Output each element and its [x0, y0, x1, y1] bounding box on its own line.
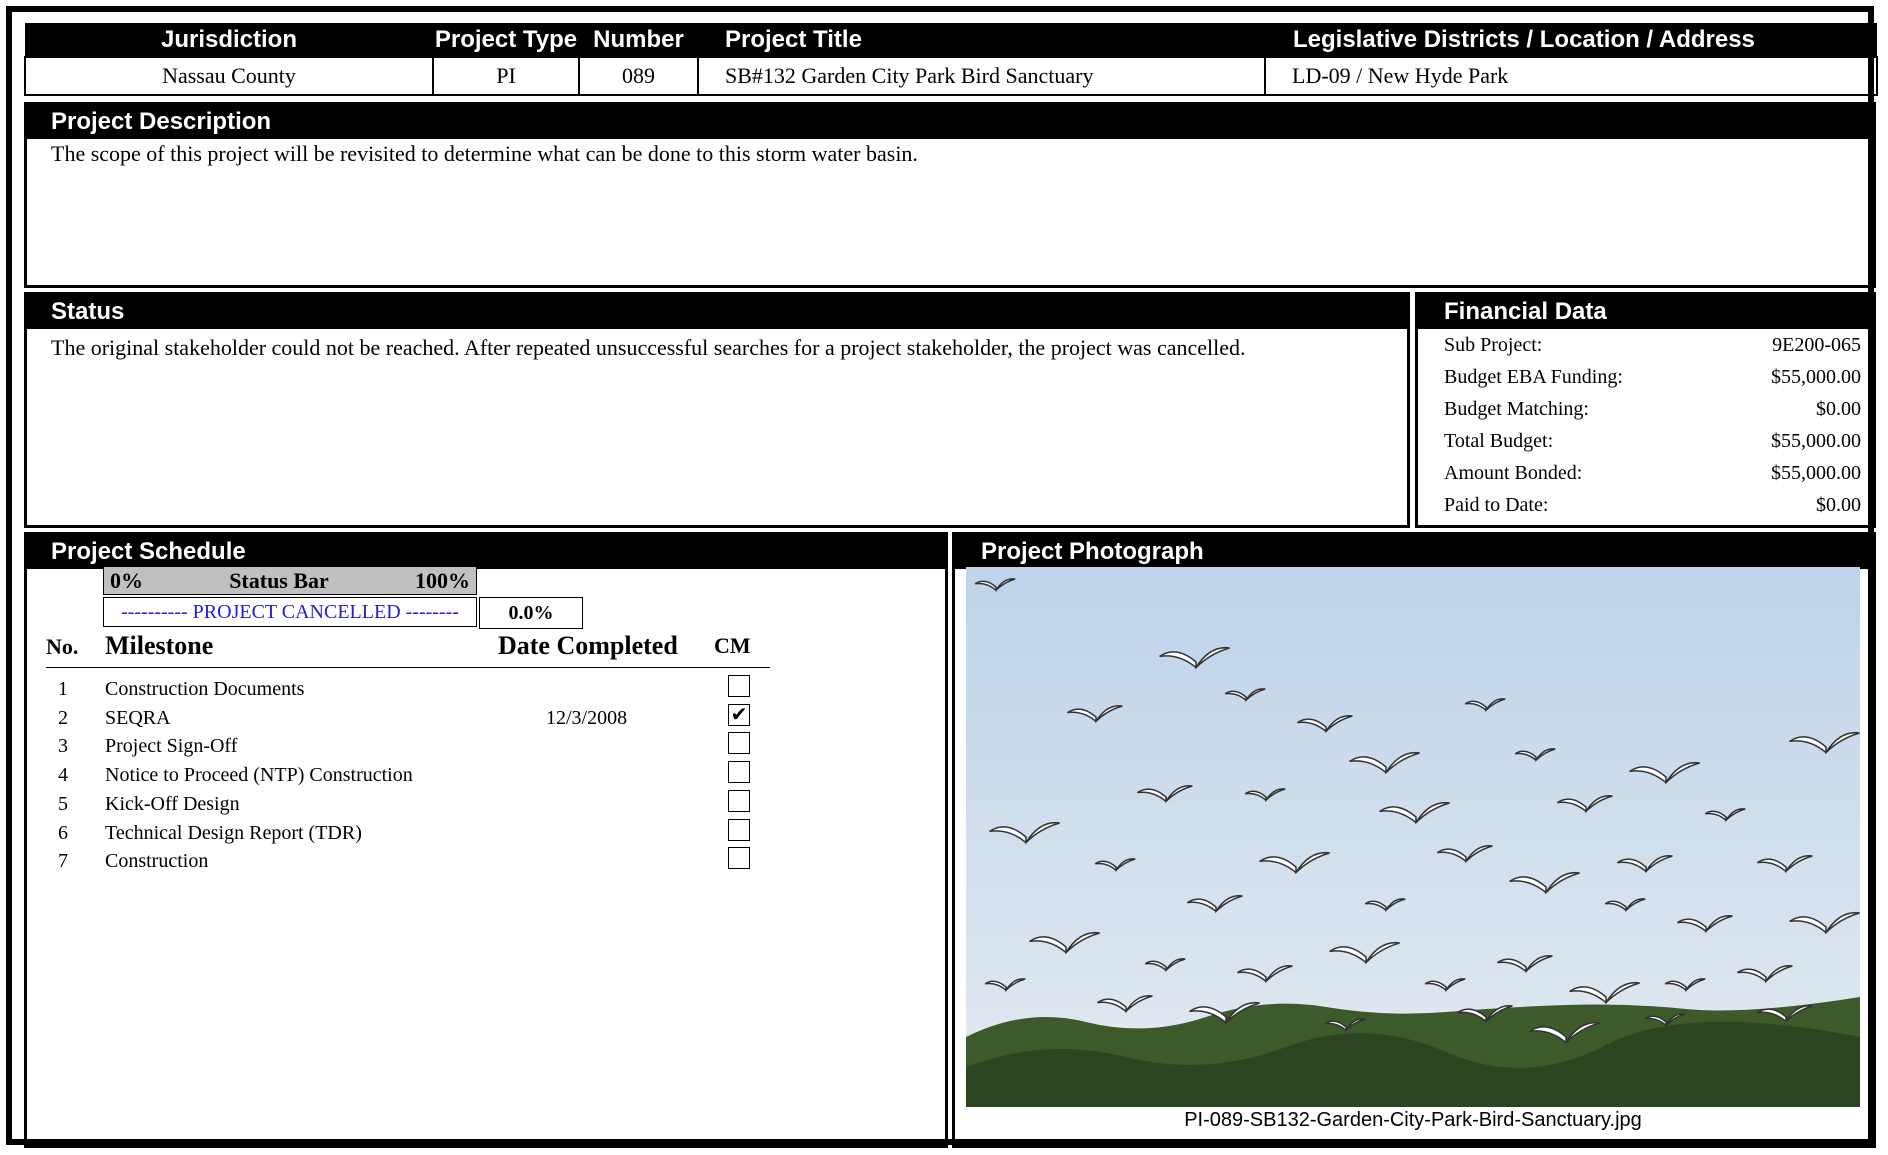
col-project-type: Project Type	[433, 23, 579, 57]
header-row: Jurisdiction Project Type Number Project…	[25, 23, 1877, 57]
completed-checkbox[interactable]	[728, 761, 750, 784]
financial-value: $55,000.00	[1771, 462, 1861, 484]
financial-label: Sub Project:	[1444, 334, 1543, 356]
milestone-date: 12/3/2008	[546, 706, 628, 729]
completed-checkbox[interactable]: ✔	[728, 703, 750, 726]
financial-label: Budget EBA Funding:	[1444, 366, 1623, 388]
financial-value: $55,000.00	[1771, 366, 1861, 388]
milestone-name: Construction	[105, 850, 209, 873]
financial-row: Paid to Date: $0.00	[1418, 489, 1873, 521]
financial-row: Budget EBA Funding: $55,000.00	[1418, 361, 1873, 393]
milestone-row: 3 Project Sign-Off	[46, 732, 766, 763]
col-milestone-label: Milestone	[105, 631, 214, 660]
project-title-value: SB#132 Garden City Park Bird Sanctuary	[697, 56, 1266, 96]
status-bar-max: 100%	[415, 567, 470, 593]
completed-checkbox[interactable]	[728, 818, 750, 841]
project-photo	[966, 567, 1860, 1107]
status-text: The original stakeholder could not be re…	[51, 335, 1246, 360]
financial-rows: Sub Project: 9E200-065 Budget EBA Funding:…	[1418, 329, 1873, 521]
project-description-heading: Project Description	[27, 105, 1873, 139]
bird-sanctuary-photo-image	[966, 567, 1860, 1107]
financial-label: Total Budget:	[1444, 430, 1554, 452]
location-value: LD-09 / New Hyde Park	[1264, 56, 1878, 96]
milestone-number: 5	[58, 792, 68, 815]
financial-row: Sub Project: 9E200-065	[1418, 329, 1873, 361]
milestone-number: 1	[58, 678, 68, 700]
milestone-row: 2 SEQRA 12/3/2008 ✔	[46, 703, 766, 735]
completed-checkbox[interactable]	[728, 675, 750, 697]
project-schedule-heading: Project Schedule	[27, 535, 945, 569]
financial-value: $0.00	[1816, 398, 1861, 420]
milestone-number: 3	[58, 735, 68, 758]
financial-value: $0.00	[1816, 494, 1861, 516]
status-bar-min: 0%	[110, 567, 143, 593]
jurisdiction-value: Nassau County	[24, 56, 434, 96]
milestone-name: SEQRA	[105, 706, 171, 729]
milestone-number: 7	[58, 850, 68, 873]
progress-percent: 0.0%	[479, 597, 583, 629]
financial-data-panel: Financial Data Sub Project: 9E200-065 Budg…	[1415, 292, 1876, 528]
completed-checkbox[interactable]	[728, 732, 750, 755]
col-cm-label: CM	[714, 633, 751, 658]
milestone-name: Construction Documents	[105, 678, 305, 700]
col-project-title: Project Title	[698, 23, 1265, 57]
col-jurisdiction: Jurisdiction	[25, 23, 433, 57]
financial-value: $55,000.00	[1771, 430, 1861, 452]
milestone-row: 7 Construction	[46, 847, 766, 878]
status-bar: 0% Status Bar 100%	[103, 566, 477, 595]
completed-checkbox[interactable]	[728, 847, 750, 870]
col-location: Legislative Districts / Location / Addre…	[1265, 23, 1877, 57]
milestone-row: 6 Technical Design Report (TDR)	[46, 818, 766, 850]
col-date-label: Date Completed	[498, 631, 678, 660]
financial-row: Budget Matching: $0.00	[1418, 393, 1873, 425]
progress-status-label: ---------- PROJECT CANCELLED --------	[103, 597, 477, 627]
photo-caption: PI-089-SB132-Garden-City-Park-Bird-Sanct…	[1184, 1109, 1642, 1131]
value-row: Nassau County PI 089 SB#132 Garden City …	[24, 56, 1878, 96]
financial-value: 9E200-065	[1772, 334, 1861, 356]
project-header-table: Jurisdiction Project Type Number Project…	[24, 23, 1878, 96]
milestone-name: Notice to Proceed (NTP) Construction	[105, 764, 413, 787]
status-heading: Status	[27, 295, 1407, 329]
financial-row: Total Budget: $55,000.00	[1418, 425, 1873, 457]
milestone-name: Technical Design Report (TDR)	[105, 821, 362, 844]
milestone-row: 1 Construction Documents	[46, 675, 766, 706]
milestone-name: Kick-Off Design	[105, 792, 240, 815]
financial-row: Amount Bonded: $55,000.00	[1418, 457, 1873, 489]
financial-data-heading: Financial Data	[1418, 295, 1873, 329]
col-no-label: No.	[46, 634, 79, 659]
project-description-panel: Project Description The scope of this pr…	[24, 102, 1876, 288]
financial-label: Amount Bonded:	[1444, 462, 1583, 484]
financial-label: Budget Matching:	[1444, 398, 1589, 420]
milestone-header: No. Milestone Date Completed CM	[46, 631, 770, 668]
number-value: 089	[578, 56, 699, 96]
milestone-number: 2	[58, 706, 68, 729]
project-type-value: PI	[432, 56, 580, 96]
status-bar-label: Status Bar	[229, 567, 329, 593]
milestone-number: 4	[58, 764, 68, 787]
milestone-row: 4 Notice to Proceed (NTP) Construction	[46, 761, 766, 792]
project-photograph-heading: Project Photograph	[955, 535, 1873, 569]
financial-label: Paid to Date:	[1444, 494, 1549, 516]
milestone-row: 5 Kick-Off Design	[46, 789, 766, 821]
milestone-number: 6	[58, 821, 68, 844]
milestone-name: Project Sign-Off	[105, 735, 238, 758]
project-description-text: The scope of this project will be revisi…	[51, 141, 918, 166]
completed-checkbox[interactable]	[728, 789, 750, 812]
status-panel: Status The original stakeholder could no…	[24, 292, 1410, 528]
col-number: Number	[579, 23, 698, 57]
